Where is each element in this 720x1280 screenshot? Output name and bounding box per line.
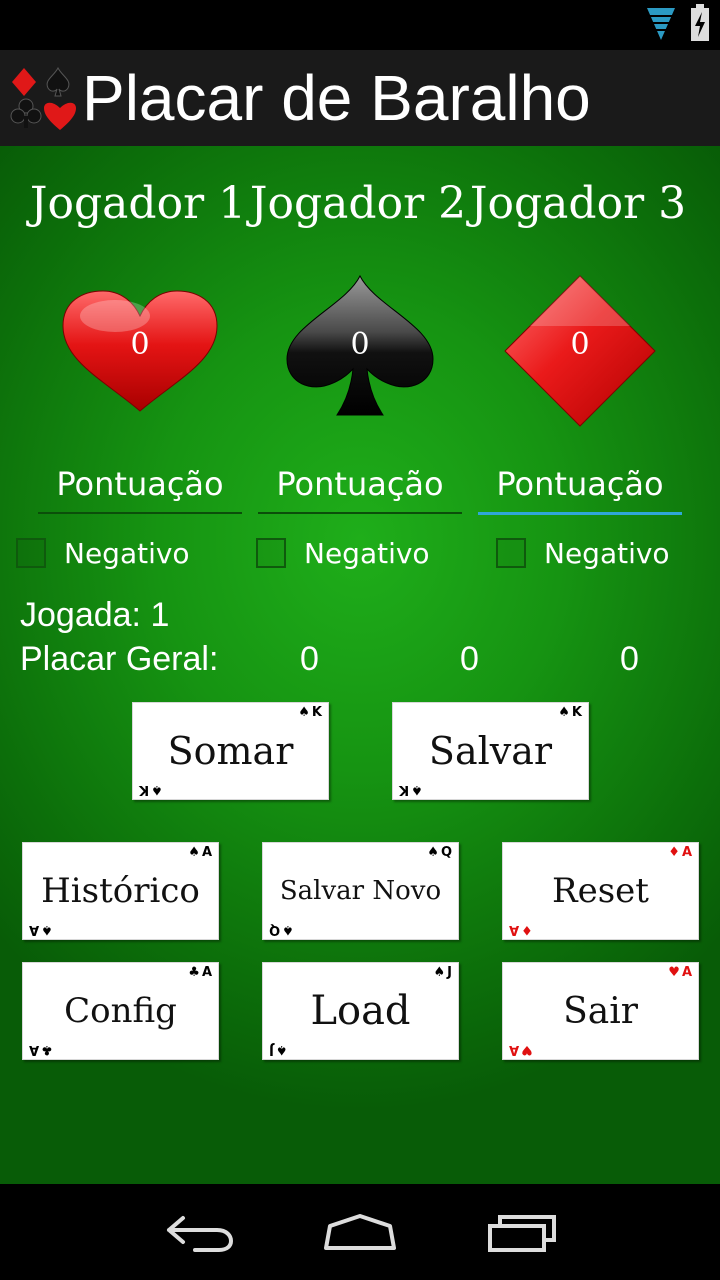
card-corner: ♠ K [399,782,423,797]
player-3-negative-label: Negativo [544,536,670,570]
player-2-score-input[interactable] [258,456,462,512]
action-bar: Placar de Baralho [0,50,720,147]
player-3-negative-toggle[interactable]: Negativo [496,536,670,570]
card-corner: ♣ A [29,1042,53,1057]
player-3-score-field [478,456,682,515]
overall-score-player-2: 0 [460,640,479,678]
load-label: Load [310,988,411,1034]
battery-charging-icon [691,4,709,41]
player-2-negative-toggle[interactable]: Negativo [256,536,430,570]
load-button[interactable]: ♠ J Load ♠ J [262,962,459,1060]
player-1-name: Jogador 1 [29,178,247,229]
status-bar [0,0,720,50]
player-1-heart-score: 0 [55,271,225,431]
player-2-score-field [258,456,462,514]
historico-button[interactable]: ♠ A Histórico ♠ A [22,842,219,940]
player-3-negative-checkbox[interactable] [496,538,526,568]
reset-button[interactable]: ♦ A Reset ♦ A [502,842,699,940]
home-icon[interactable] [322,1212,398,1252]
overall-score-player-1: 0 [300,640,319,678]
somar-button[interactable]: ♠ K Somar ♠ K [132,702,329,800]
config-button[interactable]: ♣ A Config ♣ A [22,962,219,1060]
back-icon[interactable] [165,1212,235,1252]
player-2-name: Jogador 2 [249,178,467,229]
player-3-diamond-score: 0 [495,271,665,431]
overall-score-label: Placar Geral: [20,640,219,678]
salvar-novo-button[interactable]: ♠ Q Salvar Novo ♠ Q [262,842,459,940]
card-corner: ♥ A [509,1042,533,1057]
player-3-score-input[interactable] [478,456,682,512]
player-1-score: 0 [130,327,150,362]
player-2-score: 0 [350,327,370,362]
card-corner: ♠ K [139,782,163,797]
navigation-bar [0,1184,720,1280]
player-1-score-input[interactable] [38,456,242,512]
player-1-negative-checkbox[interactable] [16,538,46,568]
player-2-negative-label: Negativo [304,536,430,570]
app-title: Placar de Baralho [82,62,591,134]
sair-button[interactable]: ♥ A Sair ♥ A [502,962,699,1060]
player-3-name: Jogador 3 [469,178,687,229]
player-3-score: 0 [570,327,590,362]
salvar-button[interactable]: ♠ K Salvar ♠ K [392,702,589,800]
player-1-negative-toggle[interactable]: Negativo [16,536,190,570]
player-2-negative-checkbox[interactable] [256,538,286,568]
recent-apps-icon[interactable] [486,1212,558,1252]
card-corner: ♠ J [269,1042,288,1057]
player-1-score-field [38,456,242,514]
overall-score-player-3: 0 [620,640,639,678]
card-corner: ♠ A [29,922,53,937]
round-counter: Jogada: 1 [20,596,170,634]
scoreboard-panel: Jogador 1 Jogador 2 Jogador 3 0 0 0 Pont… [0,146,720,1184]
card-corner: ♠ Q [269,922,294,937]
card-corner: ♦ A [509,922,533,937]
app-logo-icon [10,66,76,130]
player-1-negative-label: Negativo [64,536,190,570]
wifi-icon [647,8,675,40]
player-2-spade-score: 0 [275,271,445,431]
